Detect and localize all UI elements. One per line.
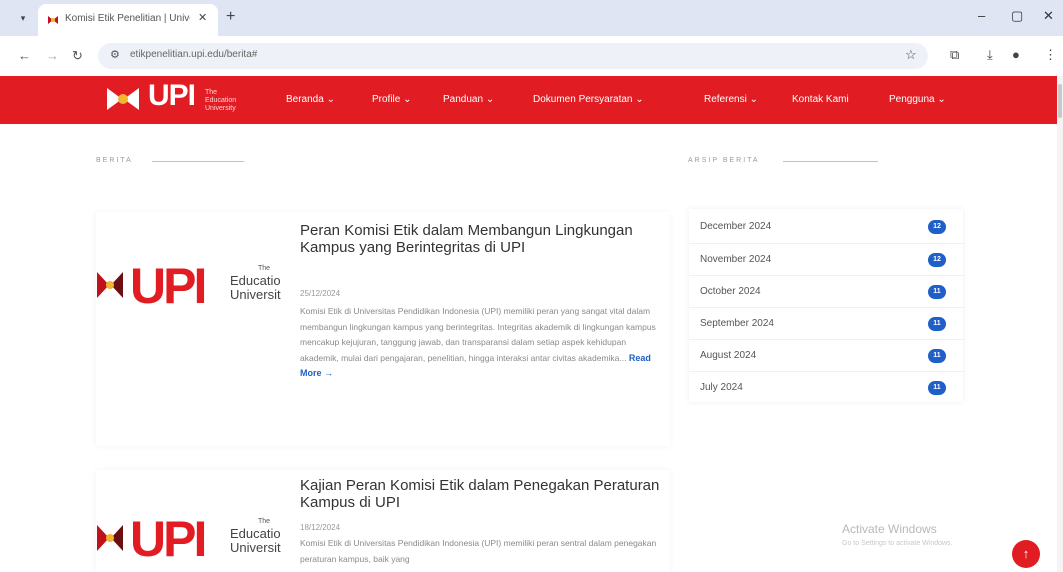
nav-panduan[interactable]: Panduan ⌄ xyxy=(443,94,494,105)
article-thumbnail[interactable]: UPI The Educatio Universit xyxy=(96,258,292,314)
browser-tab-active[interactable]: Komisi Etik Penelitian | Univers ✕ xyxy=(38,4,218,36)
back-to-top-button[interactable]: ↑ xyxy=(1012,540,1040,568)
tab-title: Komisi Etik Penelitian | Univers xyxy=(65,13,190,24)
article-excerpt: Komisi Etik di Universitas Pendidikan In… xyxy=(300,306,656,378)
thumbnail-logo-text: UPI xyxy=(130,258,207,314)
article-card: UPI The Educatio Universit Peran Komisi … xyxy=(96,212,670,446)
profile-avatar-icon[interactable]: ● xyxy=(1012,47,1020,62)
archive-month: July 2024 xyxy=(700,382,743,393)
article-title[interactable]: Kajian Peran Komisi Etik dalam Penegakan… xyxy=(300,477,660,511)
browser-menu-icon[interactable]: ⋮ xyxy=(1044,47,1057,63)
archive-item[interactable]: October 2024 11 xyxy=(689,275,963,307)
tab-close-icon[interactable]: ✕ xyxy=(198,11,207,24)
scrollbar-track[interactable] xyxy=(1057,76,1063,572)
berita-heading-underline xyxy=(152,161,244,162)
article-date: 25/12/2024 xyxy=(300,289,341,298)
download-icon[interactable]: ⤓ xyxy=(987,47,993,63)
forward-arrow-icon[interactable]: → xyxy=(46,48,59,63)
archive-month: November 2024 xyxy=(700,254,772,265)
logo-text: UPI xyxy=(148,79,196,112)
upi-favicon-icon xyxy=(48,16,58,24)
nav-profile[interactable]: Profile ⌄ xyxy=(372,94,412,105)
back-arrow-icon[interactable]: ← xyxy=(18,48,31,63)
upi-emblem-icon xyxy=(97,272,123,298)
activation-watermark-title: Activate Windows xyxy=(842,522,937,536)
nav-dokumen-persyaratan[interactable]: Dokumen Persyaratan ⌄ xyxy=(533,94,644,105)
article-excerpt: Komisi Etik di Universitas Pendidikan In… xyxy=(300,538,657,564)
thumbnail-logo-text: UPI xyxy=(130,511,207,567)
archive-count-badge: 11 xyxy=(928,349,946,363)
extensions-icon[interactable]: ⧉ xyxy=(950,47,959,63)
nav-referensi[interactable]: Referensi ⌄ xyxy=(704,94,758,105)
archive-list: December 2024 12 November 2024 12 Octobe… xyxy=(689,209,963,402)
minimize-button[interactable]: – xyxy=(978,8,985,23)
activation-watermark-subtitle: Go to Settings to activate Windows. xyxy=(842,540,953,547)
article-title[interactable]: Peran Komisi Etik dalam Membangun Lingku… xyxy=(300,222,660,256)
upi-emblem-icon xyxy=(97,525,123,551)
archive-item[interactable]: November 2024 12 xyxy=(689,243,963,275)
browser-tab-bar: ▾ Komisi Etik Penelitian | Univers ✕ + –… xyxy=(0,0,1063,36)
archive-count-badge: 12 xyxy=(928,220,946,234)
site-info-icon[interactable]: ⚙ xyxy=(110,48,120,61)
archive-count-badge: 12 xyxy=(928,253,946,267)
archive-month: September 2024 xyxy=(700,318,774,329)
scrollbar-thumb[interactable] xyxy=(1058,84,1062,118)
nav-kontak-kami[interactable]: Kontak Kami xyxy=(792,94,849,105)
archive-item[interactable]: September 2024 11 xyxy=(689,307,963,339)
logo-subtitle: The Education University xyxy=(205,89,237,112)
archive-count-badge: 11 xyxy=(928,317,946,331)
archive-count-badge: 11 xyxy=(928,381,946,395)
reload-icon[interactable]: ↻ xyxy=(72,48,83,64)
berita-heading: BERITA xyxy=(96,157,133,164)
upi-emblem-icon xyxy=(107,88,139,110)
archive-month: October 2024 xyxy=(700,286,761,297)
site-header: UPI The Education University Beranda ⌄ P… xyxy=(0,76,1057,124)
archive-item[interactable]: December 2024 12 xyxy=(689,211,963,243)
maximize-button[interactable]: ▢ xyxy=(1011,8,1023,24)
nav-pengguna[interactable]: Pengguna ⌄ xyxy=(889,94,946,105)
article-card: UPI The Educatio Universit Kajian Peran … xyxy=(96,470,670,572)
bookmark-star-icon[interactable]: ☆ xyxy=(905,47,917,63)
site-logo[interactable]: UPI The Education University xyxy=(104,79,264,118)
article-date: 18/12/2024 xyxy=(300,523,341,532)
address-bar[interactable]: ⚙ etikpenelitian.upi.edu/berita# xyxy=(98,43,928,69)
tab-search-dropdown[interactable]: ▾ xyxy=(14,9,32,27)
archive-item[interactable]: July 2024 11 xyxy=(689,371,963,403)
new-tab-button[interactable]: + xyxy=(226,8,235,26)
browser-toolbar: ← → ↻ ⚙ etikpenelitian.upi.edu/berita# ☆… xyxy=(0,36,1063,76)
close-window-button[interactable]: ✕ xyxy=(1043,8,1054,24)
archive-month: August 2024 xyxy=(700,350,757,361)
nav-beranda[interactable]: Beranda ⌄ xyxy=(286,94,335,105)
archive-count-badge: 11 xyxy=(928,285,946,299)
url-text[interactable]: etikpenelitian.upi.edu/berita# xyxy=(130,49,257,60)
arsip-heading-underline xyxy=(783,161,878,162)
archive-item[interactable]: August 2024 11 xyxy=(689,339,963,371)
article-thumbnail[interactable]: UPI The Educatio Universit xyxy=(96,511,292,567)
archive-month: December 2024 xyxy=(700,221,772,232)
arsip-heading: ARSIP BERITA xyxy=(688,157,760,164)
